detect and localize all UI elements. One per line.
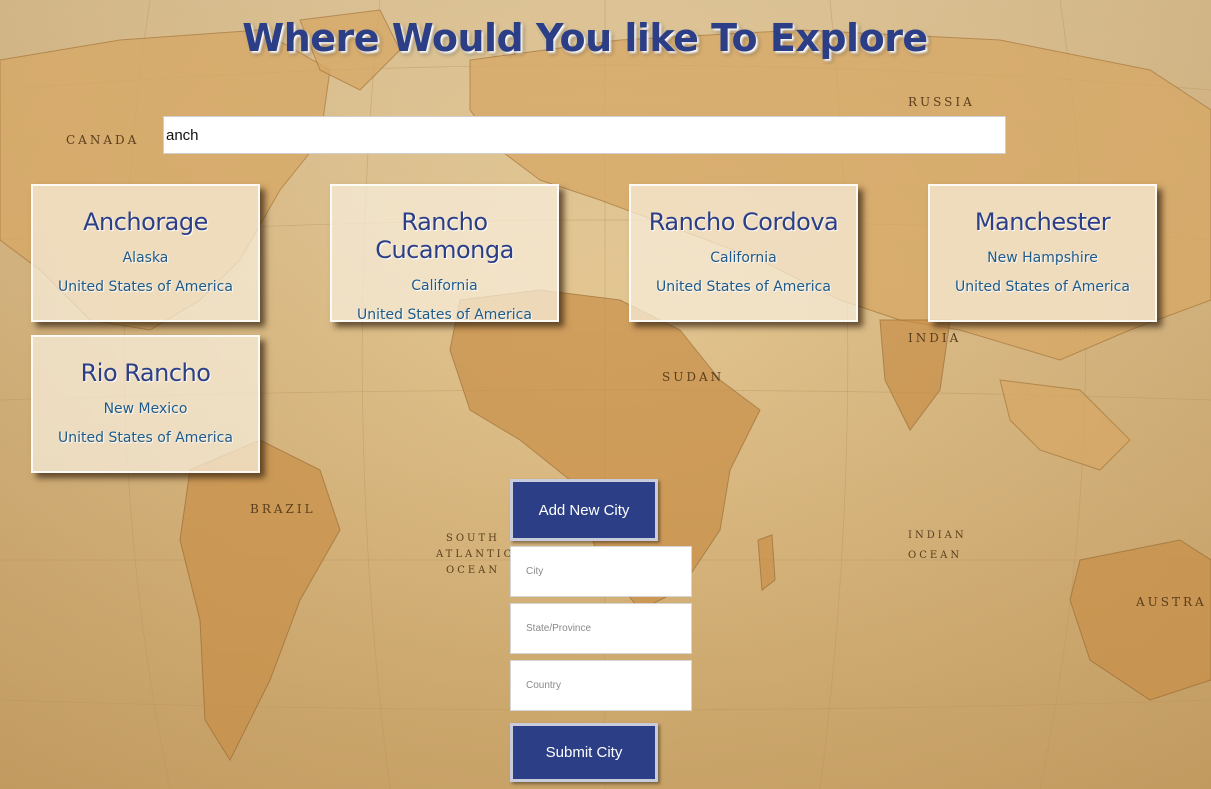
city-card[interactable]: Rancho Cucamonga California United State…	[330, 184, 559, 323]
country-field[interactable]	[510, 660, 692, 711]
state-name: California	[411, 278, 478, 294]
city-name: Manchester	[974, 208, 1111, 236]
country-name: United States of America	[656, 279, 831, 295]
svg-text:SUDAN: SUDAN	[662, 370, 724, 384]
submit-city-button[interactable]: Submit City	[510, 723, 658, 782]
country-name: United States of America	[58, 430, 233, 446]
city-card[interactable]: Rancho Cordova California United States …	[629, 184, 858, 322]
svg-text:OCEAN: OCEAN	[446, 565, 500, 576]
country-name: United States of America	[58, 279, 233, 295]
state-name: California	[710, 250, 777, 266]
svg-text:INDIAN: INDIAN	[908, 530, 967, 541]
city-name: Anchorage	[83, 208, 208, 236]
city-card[interactable]: Anchorage Alaska United States of Americ…	[31, 184, 260, 322]
svg-text:BRAZIL: BRAZIL	[250, 502, 316, 516]
city-name: Rancho Cordova	[648, 208, 839, 236]
city-card[interactable]: Manchester New Hampshire United States o…	[928, 184, 1157, 322]
city-search-input[interactable]	[163, 116, 1006, 154]
city-name: Rancho Cucamonga	[375, 208, 514, 264]
city-card[interactable]: Rio Rancho New Mexico United States of A…	[31, 335, 260, 473]
state-name: New Hampshire	[987, 250, 1098, 266]
svg-text:INDIA: INDIA	[908, 331, 961, 345]
svg-text:AUSTRA: AUSTRA	[1135, 595, 1207, 609]
page-title: Where Would You like To Explore	[242, 16, 928, 60]
city-field[interactable]	[510, 546, 692, 597]
svg-text:SOUTH: SOUTH	[446, 533, 500, 544]
city-name: Rio Rancho	[80, 359, 211, 387]
country-name: United States of America	[357, 307, 532, 323]
add-new-city-button[interactable]: Add New City	[510, 479, 658, 541]
svg-text:ATLANTIC: ATLANTIC	[435, 549, 514, 560]
state-province-field[interactable]	[510, 603, 692, 654]
svg-text:CANADA: CANADA	[66, 133, 139, 147]
svg-text:RUSSIA: RUSSIA	[908, 95, 975, 109]
state-name: New Mexico	[103, 401, 188, 417]
country-name: United States of America	[955, 279, 1130, 295]
state-name: Alaska	[122, 250, 169, 266]
svg-text:OCEAN: OCEAN	[908, 550, 962, 561]
